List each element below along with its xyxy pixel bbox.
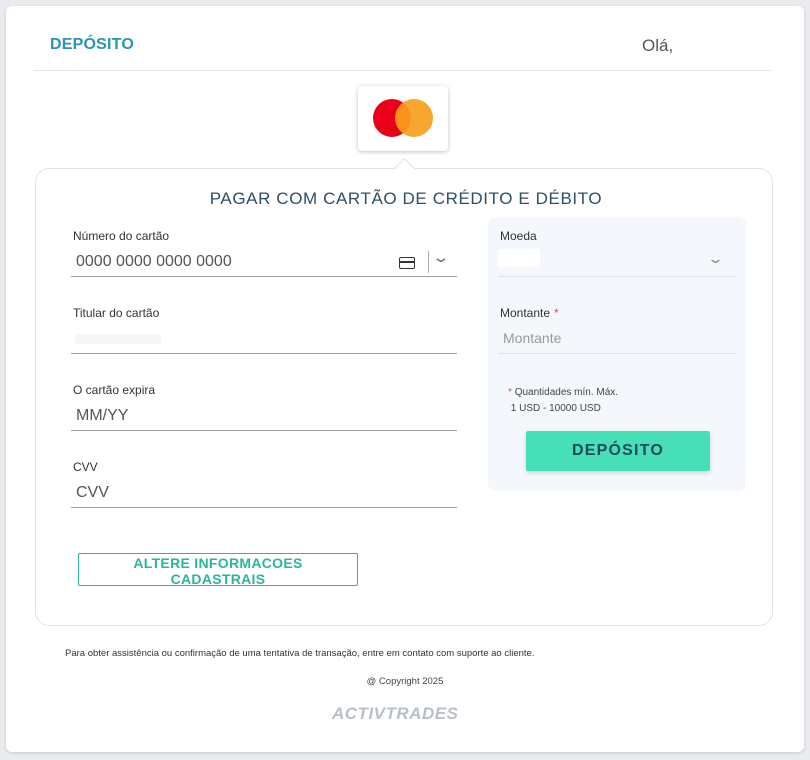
amount-input[interactable]: Montante xyxy=(503,330,561,346)
mastercard-logo xyxy=(358,86,448,151)
expiry-input[interactable]: MM/YY xyxy=(76,407,128,425)
input-underline xyxy=(71,276,457,277)
form-title: PAGAR COM CARTÃO DE CRÉDITO E DÉBITO xyxy=(209,189,603,208)
deposit-page: DEPÓSITO Olá, PAGAR COM CARTÃO DE CRÉDIT… xyxy=(6,6,804,752)
copyright: @ Copyright 2025 xyxy=(366,676,444,687)
divider xyxy=(428,251,429,273)
input-underline xyxy=(71,430,457,431)
cvv-label: CVV xyxy=(73,460,98,474)
amount-label: Montante * xyxy=(500,306,559,320)
card-holder-field[interactable]: Titular do cartão xyxy=(71,306,457,366)
greeting-text: Olá, xyxy=(642,36,674,55)
currency-label: Moeda xyxy=(500,229,537,243)
amount-limits-note: * Quantidades mín. Máx. 1 USD - 10000 US… xyxy=(508,387,619,414)
card-holder-input[interactable] xyxy=(75,334,161,344)
cvv-input[interactable]: CVV xyxy=(76,484,109,502)
cvv-field[interactable]: CVV CVV xyxy=(71,460,457,520)
chevron-down-icon[interactable]: ⌄ xyxy=(707,251,724,267)
input-underline xyxy=(498,353,736,354)
mastercard-orange-circle xyxy=(395,99,433,137)
expiry-field[interactable]: O cartão expira MM/YY xyxy=(71,383,457,443)
expiry-label: O cartão expira xyxy=(73,383,156,397)
support-note: Para obter assistência ou confirmação de… xyxy=(65,648,535,659)
amount-field[interactable]: Montante * Montante xyxy=(498,306,736,366)
payment-form: PAGAR COM CARTÃO DE CRÉDITO E DÉBITO Núm… xyxy=(35,168,773,626)
currency-value[interactable] xyxy=(498,249,540,267)
input-underline xyxy=(71,507,457,508)
header: DEPÓSITO Olá, xyxy=(34,6,772,71)
activtrades-logo: ACTIVTRADES xyxy=(332,704,459,723)
card-number-label: Número do cartão xyxy=(73,229,170,243)
page-title: DEPÓSITO xyxy=(50,36,134,53)
change-info-button[interactable]: ALTERE INFORMACOES CADASTRAIS xyxy=(78,553,358,587)
card-number-field[interactable]: Número do cartão 0000 0000 0000 0000 ⌄ xyxy=(71,229,457,289)
credit-card-icon xyxy=(399,257,415,269)
deposit-button[interactable]: DEPÓSITO xyxy=(526,431,710,471)
amount-panel: Moeda ⌄ Montante * Montante * Quantidades… xyxy=(488,217,746,491)
chevron-down-icon[interactable]: ⌄ xyxy=(431,249,450,266)
card-holder-label: Titular do cartão xyxy=(73,306,160,320)
currency-select[interactable]: Moeda ⌄ xyxy=(498,229,736,289)
input-underline xyxy=(71,353,457,354)
card-number-input[interactable]: 0000 0000 0000 0000 xyxy=(76,253,232,271)
input-underline xyxy=(498,276,736,277)
